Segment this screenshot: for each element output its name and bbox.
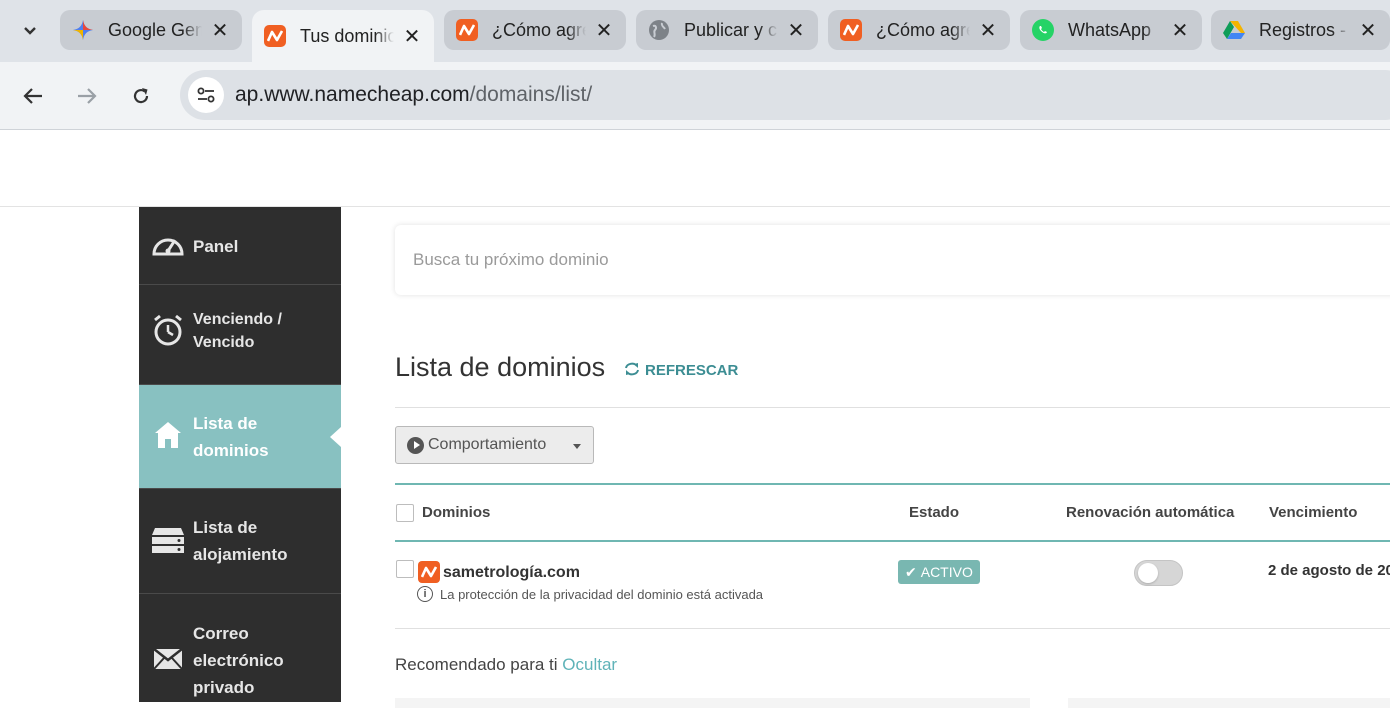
stopwatch-icon (151, 313, 185, 347)
back-arrow-icon[interactable] (17, 80, 49, 112)
server-icon (151, 523, 185, 557)
privacy-note-text: La protección de la privacidad del domin… (440, 586, 764, 602)
table-header: Dominios Estado Renovación automática Ve… (395, 485, 1390, 540)
sidebar-item-label: Panel (193, 237, 239, 256)
refresh-button[interactable]: REFRESCAR (624, 362, 738, 379)
recommended-card (395, 698, 1030, 708)
forward-arrow-icon[interactable] (71, 80, 103, 112)
page-title: Lista de dominios (395, 352, 606, 382)
browser-toolbar: ap.www.namecheap.com/domains/list/ (0, 62, 1390, 130)
table-row: sametrología.com i La protección de la p… (395, 542, 1390, 629)
browser-tab-strip: Google Gemini ✕ Tus dominios ✕ ¿Cómo agr… (0, 0, 1390, 62)
tab-registros[interactable]: Registros - ✕ (1211, 10, 1390, 50)
tab-title: ¿Cómo agregar (492, 19, 586, 40)
tab-google-gemini[interactable]: Google Gemini ✕ (60, 10, 242, 50)
sidebar-item-expiring[interactable]: Venciendo / Vencido (139, 285, 341, 385)
domain-name-link[interactable]: sametrología.com (443, 564, 580, 582)
tab-title: Publicar y compartir (684, 19, 778, 40)
domain-search-input[interactable] (413, 245, 1313, 275)
site-settings-icon[interactable] (188, 77, 224, 113)
refresh-icon (624, 362, 640, 379)
sidebar-item-domain-list[interactable]: Lista de dominios (139, 385, 341, 489)
status-badge: ✔ ACTIVO (898, 560, 980, 584)
dashboard-gauge-icon (151, 227, 185, 261)
tab-tus-dominios[interactable]: Tus dominios ✕ (252, 10, 434, 62)
row-checkbox[interactable] (396, 560, 414, 578)
recommended-label: Recomendado para ti (395, 655, 558, 674)
reload-icon[interactable] (125, 80, 157, 112)
tab-publicar[interactable]: Publicar y compartir ✕ (636, 10, 818, 50)
tab-title: Tus dominios (300, 25, 394, 46)
sidebar-item-label: Lista de dominios (193, 414, 269, 460)
home-icon (151, 418, 185, 452)
tab-como-agregar-2[interactable]: ¿Cómo agregar ✕ (828, 10, 1010, 50)
close-tab-icon[interactable]: ✕ (978, 18, 998, 43)
divider (395, 407, 1390, 408)
account-sidebar: Panel Venciendo / Vencido Lista de domin… (139, 207, 341, 702)
column-header-expiry[interactable]: Vencimiento (1269, 504, 1357, 521)
hide-recommended-link[interactable]: Ocultar (562, 655, 617, 674)
url-text: ap.www.namecheap.com/domains/list/ (235, 83, 592, 107)
close-tab-icon[interactable]: ✕ (402, 24, 422, 49)
privacy-note: i La protección de la privacidad del dom… (417, 586, 763, 602)
close-tab-icon[interactable]: ✕ (786, 18, 806, 43)
select-all-checkbox[interactable] (396, 504, 414, 522)
column-header-domains[interactable]: Dominios (422, 504, 490, 521)
url-path: /domains/list/ (469, 83, 593, 106)
sidebar-item-label: Lista de alojamiento (193, 518, 288, 564)
column-header-status[interactable]: Estado (909, 504, 959, 521)
close-tab-icon[interactable]: ✕ (594, 18, 614, 43)
caret-down-icon (573, 444, 581, 449)
close-tab-icon[interactable]: ✕ (1170, 18, 1190, 43)
status-badge-text: ACTIVO (920, 564, 973, 580)
behavior-dropdown[interactable]: Comportamiento (395, 426, 594, 464)
namecheap-icon (418, 561, 440, 583)
close-tab-icon[interactable]: ✕ (210, 18, 230, 43)
sidebar-item-label: Correo electrónico privado (193, 624, 284, 697)
sidebar-item-panel[interactable]: Panel (139, 207, 341, 285)
recommended-card (1068, 698, 1390, 708)
envelope-icon (151, 642, 185, 676)
domain-search-box (395, 225, 1390, 295)
sidebar-item-label: Venciendo / Vencido (193, 311, 282, 351)
close-tab-icon[interactable]: ✕ (1358, 18, 1378, 43)
sidebar-item-hosting-list[interactable]: Lista de alojamiento (139, 489, 341, 594)
tab-title: ¿Cómo agregar (876, 19, 970, 40)
tab-search-chevron-icon[interactable] (10, 14, 50, 48)
tab-whatsapp[interactable]: WhatsApp ✕ (1020, 10, 1202, 50)
info-icon: i (417, 586, 433, 602)
tab-title: Google Gemini (108, 19, 202, 40)
globe-icon (648, 19, 670, 41)
page-header (0, 131, 1390, 207)
expiry-date: 2 de agosto de 20 (1268, 562, 1390, 579)
behavior-label: Comportamiento (428, 436, 547, 453)
google-drive-icon (1223, 19, 1245, 41)
gemini-icon (72, 19, 94, 41)
column-header-auto-renew[interactable]: Renovación automática (1066, 504, 1234, 521)
refresh-label: REFRESCAR (645, 362, 739, 379)
namecheap-icon (840, 19, 862, 41)
auto-renew-toggle[interactable] (1134, 560, 1183, 586)
recommended-section-header: Recomendado para ti Ocultar (395, 655, 617, 675)
address-bar[interactable]: ap.www.namecheap.com/domains/list/ (180, 70, 1390, 120)
tab-title: WhatsApp (1068, 19, 1152, 40)
play-circle-icon (407, 436, 424, 454)
url-host: ap.www.namecheap.com (235, 83, 470, 106)
tab-title: Registros - (1259, 19, 1347, 40)
whatsapp-icon (1032, 19, 1054, 41)
checkmark-icon: ✔ (905, 563, 917, 580)
toggle-knob (1138, 563, 1158, 583)
sidebar-item-private-email[interactable]: Correo electrónico privado (139, 594, 341, 714)
tab-como-agregar-1[interactable]: ¿Cómo agregar ✕ (444, 10, 626, 50)
namecheap-icon (456, 19, 478, 41)
namecheap-icon (264, 25, 286, 47)
